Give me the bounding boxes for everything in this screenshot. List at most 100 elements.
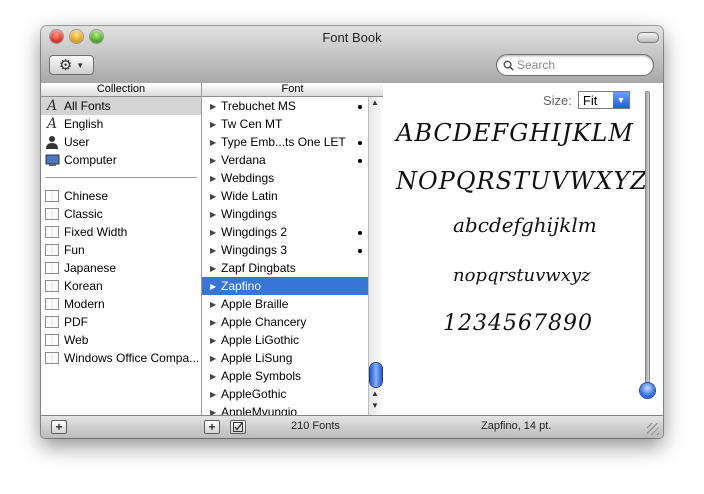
font-item[interactable]: ▶ Webdings xyxy=(202,169,368,187)
preview-digits: 1234567890 xyxy=(443,311,593,336)
disclosure-triangle-icon[interactable]: ▶ xyxy=(210,354,221,363)
collection-item-label: Japanese xyxy=(64,261,117,275)
scroll-up-arrow-icon[interactable]: ▲ xyxy=(371,98,379,107)
font-item[interactable]: ▶ Apple LiSung xyxy=(202,349,368,367)
size-select[interactable]: Fit ▼ xyxy=(577,91,630,109)
disclosure-triangle-icon[interactable]: ▶ xyxy=(210,210,221,219)
preview-lowercase-2: nopqrstuvwxyz xyxy=(453,265,591,286)
book-icon xyxy=(44,207,60,221)
search-field[interactable] xyxy=(496,54,654,76)
preview-uppercase-1: ABCDEFGHIJKLM xyxy=(396,119,634,147)
disclosure-triangle-icon[interactable]: ▶ xyxy=(210,408,221,416)
search-icon xyxy=(503,60,514,71)
collection-item[interactable]: Japanese xyxy=(41,259,201,277)
collection-item-computer[interactable]: Computer xyxy=(41,151,201,169)
add-collection-button[interactable]: + xyxy=(51,420,67,434)
toolbar-toggle-button[interactable] xyxy=(637,32,659,43)
font-item[interactable]: ▶ Zapf Dingbats xyxy=(202,259,368,277)
collection-item-label: Modern xyxy=(64,297,105,311)
font-item-label: Wingdings xyxy=(221,207,278,221)
disclosure-triangle-icon[interactable]: ▶ xyxy=(210,372,221,381)
search-input[interactable] xyxy=(517,58,637,72)
disclosure-triangle-icon[interactable]: ▶ xyxy=(210,156,221,165)
computer-icon xyxy=(44,153,60,167)
font-book-window: Font Book ⚙ ▼ Collection A All Fonts A E… xyxy=(41,26,663,438)
disclosure-triangle-icon[interactable]: ▶ xyxy=(210,318,221,327)
font-item[interactable]: ▶ Tw Cen MT xyxy=(202,115,368,133)
collection-item-label: Classic xyxy=(64,207,103,221)
disclosure-triangle-icon[interactable]: ▶ xyxy=(210,336,221,345)
resize-grip-icon[interactable] xyxy=(647,423,659,435)
font-item[interactable]: ▶ Verdana xyxy=(202,151,368,169)
collection-item[interactable]: Korean xyxy=(41,277,201,295)
disclosure-triangle-icon[interactable]: ▶ xyxy=(210,264,221,273)
scroll-down-arrow-icon[interactable]: ▼ xyxy=(371,401,379,410)
book-icon xyxy=(44,297,60,311)
collection-item-user[interactable]: User xyxy=(41,133,201,151)
font-item[interactable]: ▶ Trebuchet MS xyxy=(202,97,368,115)
disclosure-triangle-icon[interactable]: ▶ xyxy=(210,282,221,291)
font-item-label: Apple Chancery xyxy=(221,315,307,329)
collection-item[interactable]: Web xyxy=(41,331,201,349)
font-item-label: Wingdings 3 xyxy=(221,243,288,257)
disclosure-triangle-icon[interactable]: ▶ xyxy=(210,192,221,201)
preview-uppercase-2: NOPQRSTUVWXYZ xyxy=(396,167,648,195)
collection-item[interactable]: Classic xyxy=(41,205,201,223)
disclosure-triangle-icon[interactable]: ▶ xyxy=(210,174,221,183)
font-item[interactable]: ▶ Apple Chancery xyxy=(202,313,368,331)
font-item[interactable]: ▶ Wide Latin xyxy=(202,187,368,205)
collection-top-list: A All Fonts A English User Computer xyxy=(41,97,201,169)
font-item[interactable]: ▶ Wingdings xyxy=(202,205,368,223)
enable-font-button[interactable] xyxy=(230,420,246,434)
disclosure-triangle-icon[interactable]: ▶ xyxy=(210,390,221,399)
collection-item-label: Chinese xyxy=(64,189,109,203)
font-list-scrollbar[interactable]: ▲ ▲ ▼ xyxy=(368,97,382,415)
collection-item[interactable]: Windows Office Compa... xyxy=(41,349,201,367)
collection-item-label: Fun xyxy=(64,243,85,257)
gear-icon: ⚙ xyxy=(58,56,73,74)
collection-item[interactable]: PDF xyxy=(41,313,201,331)
book-icon xyxy=(44,189,60,203)
collection-item[interactable]: Fun xyxy=(41,241,201,259)
font-item[interactable]: ▶ Wingdings 2 xyxy=(202,223,368,241)
size-slider-track[interactable] xyxy=(645,91,650,396)
font-item[interactable]: ▶ AppleMyungjo xyxy=(202,403,368,415)
disclosure-triangle-icon[interactable]: ▶ xyxy=(210,120,221,129)
size-slider-knob[interactable] xyxy=(640,383,655,398)
collection-item[interactable]: Modern xyxy=(41,295,201,313)
font-item-label: Zapfino xyxy=(221,279,262,293)
font-item[interactable]: ▶ AppleGothic xyxy=(202,385,368,403)
disclosure-triangle-icon[interactable]: ▶ xyxy=(210,246,221,255)
font-pane: Font ▶ Trebuchet MS ▶ Tw Cen MT ▶ Type Emb.… xyxy=(202,83,384,415)
font-item-label: Webdings xyxy=(221,171,275,185)
disclosure-triangle-icon[interactable]: ▶ xyxy=(210,300,221,309)
font-letter-icon: A xyxy=(46,116,58,132)
collection-item-label: Korean xyxy=(64,279,103,293)
window-title: Font Book xyxy=(322,30,382,45)
chevron-down-icon: ▼ xyxy=(612,92,629,108)
font-item-selected[interactable]: ▶ Zapfino xyxy=(202,277,368,295)
book-icon xyxy=(44,225,60,239)
book-icon xyxy=(44,351,60,365)
scroll-up-arrow-icon[interactable]: ▲ xyxy=(371,389,379,398)
collection-item[interactable]: Fixed Width xyxy=(41,223,201,241)
collection-item-all-fonts[interactable]: A All Fonts xyxy=(41,97,201,115)
font-item[interactable]: ▶ Apple Braille xyxy=(202,295,368,313)
user-icon xyxy=(44,135,60,149)
toolbar: Font Book ⚙ ▼ xyxy=(41,26,663,84)
font-item[interactable]: ▶ Type Emb...ts One LET xyxy=(202,133,368,151)
scrollbar-thumb[interactable] xyxy=(370,363,382,387)
collection-item-label: English xyxy=(64,117,104,131)
disclosure-triangle-icon[interactable]: ▶ xyxy=(210,138,221,147)
font-item[interactable]: ▶ Apple Symbols xyxy=(202,367,368,385)
collection-item-english[interactable]: A English xyxy=(41,115,201,133)
disclosure-triangle-icon[interactable]: ▶ xyxy=(210,102,221,111)
add-font-button[interactable]: + xyxy=(204,420,220,434)
font-item[interactable]: ▶ Wingdings 3 xyxy=(202,241,368,259)
font-item[interactable]: ▶ Apple LiGothic xyxy=(202,331,368,349)
action-menu-button[interactable]: ⚙ ▼ xyxy=(49,55,94,75)
collection-item[interactable]: Chinese xyxy=(41,187,201,205)
book-icon xyxy=(44,243,60,257)
font-item-label: Apple LiGothic xyxy=(221,333,300,347)
disclosure-triangle-icon[interactable]: ▶ xyxy=(210,228,221,237)
